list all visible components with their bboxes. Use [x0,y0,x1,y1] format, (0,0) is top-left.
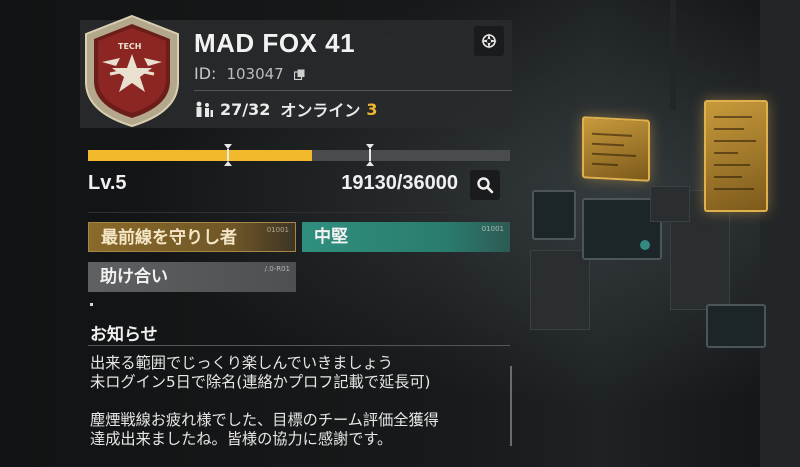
title-badge-mutual-help[interactable]: 助け合い /.0-R01 [88,262,296,292]
title-label: 中堅 [314,227,348,247]
members-icon [196,101,213,117]
profile-panel: TECH MAD FOX 41 ID: 103047 27/32 オンライン 3 [80,14,512,128]
id-value: 103047 [226,65,284,83]
notice-body: 出来る範囲でじっくり楽しんでいきましょう 未ログイン5日で除名(連絡かプロフ記載… [90,354,439,448]
compass-button[interactable] [474,26,504,56]
member-row: 27/32 オンライン 3 [194,97,378,121]
search-icon [477,177,494,194]
title-code: 01001 [481,225,504,233]
xp-text: 19130/36000 [341,172,458,194]
emblem-text: TECH [118,42,142,51]
copy-icon[interactable] [294,69,305,80]
member-count: 27/32 [220,99,271,119]
id-row: ID: 103047 [194,64,305,83]
search-button[interactable] [470,170,500,200]
title-label: 最前線を守りし者 [101,228,237,248]
background-scene [520,0,800,467]
title-code: /.0-R01 [264,265,290,273]
player-name: MAD FOX 41 [194,28,356,58]
notice-scrollbar[interactable] [510,366,512,446]
emblem-icon [85,14,179,128]
compass-icon [481,33,497,49]
xp-milestone-marker [366,144,374,166]
title-badge-veteran[interactable]: 中堅 01001 [302,222,510,252]
title-code: 01001 [266,226,289,234]
profile-separator [194,90,512,91]
xp-milestone-marker [224,144,232,166]
online-count: 3 [366,99,378,119]
xp-progress-bar [88,144,510,166]
online-label: オンライン [280,101,361,120]
title-label: 助け合い [100,267,168,287]
level-label: Lv.5 [88,172,127,194]
xp-progress-fill [88,150,312,161]
notice-separator [88,345,510,346]
notice-title: お知らせ [90,325,158,345]
id-label: ID: [194,64,217,83]
bullet-dot [90,303,93,306]
title-badge-frontline[interactable]: 最前線を守りし者 01001 [88,222,296,252]
section-divider [88,212,510,213]
